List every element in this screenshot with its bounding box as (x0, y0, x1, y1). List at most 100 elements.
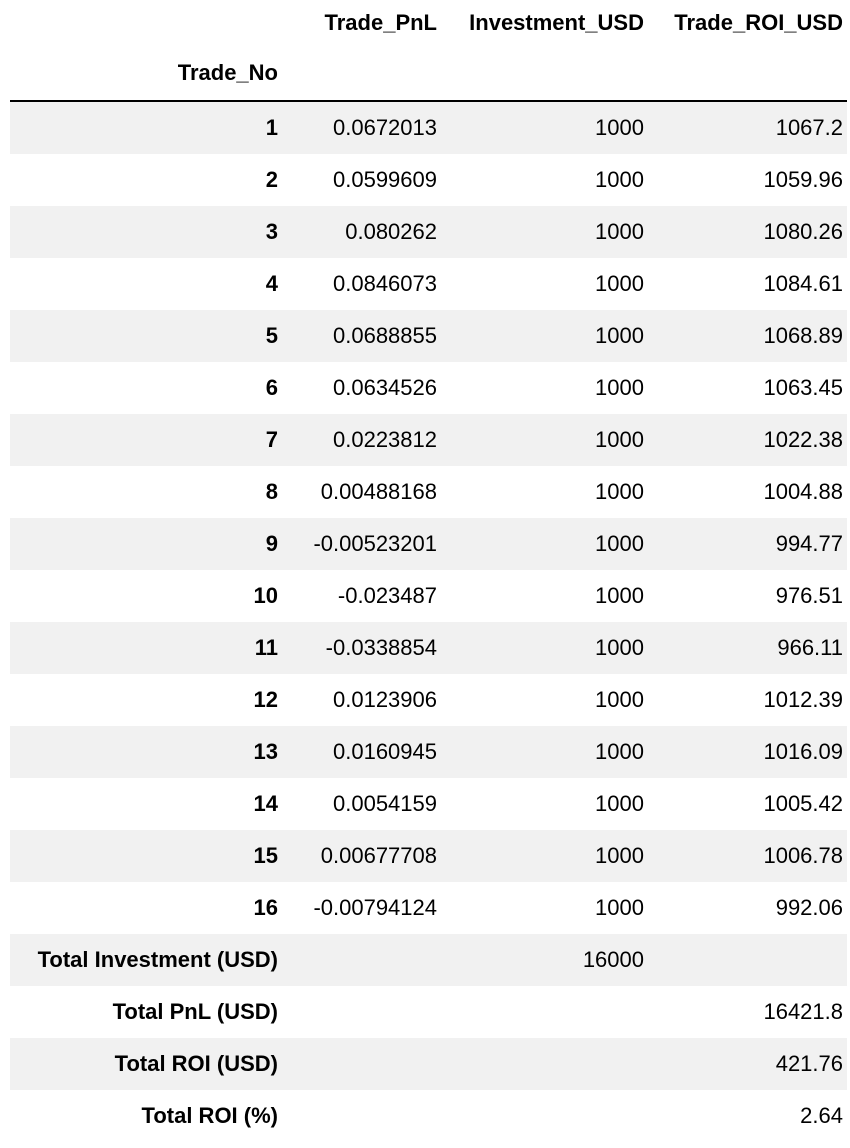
trade-pnl-cell: -0.023487 (337, 583, 437, 608)
trade-roi-usd-cell: 16421.8 (763, 999, 843, 1024)
row-index-label: Total Investment (USD) (37, 947, 278, 972)
table-row: 15 0.00677708 1000 1006.78 (10, 830, 847, 882)
table-row: Total PnL (USD) 16421.8 (10, 986, 847, 1038)
investment-usd-cell: 1000 (595, 323, 644, 348)
trade-pnl-cell: 0.0846073 (333, 271, 437, 296)
table-row: 1 0.0672013 1000 1067.2 (10, 101, 847, 154)
row-index-label: 13 (253, 739, 278, 764)
trade-pnl-cell: -0.00523201 (313, 531, 437, 556)
trade-pnl-cell: 0.0599609 (333, 167, 437, 192)
investment-usd-cell: 16000 (582, 947, 644, 972)
row-index-label: 2 (265, 167, 278, 192)
trade-roi-usd-cell: 1084.61 (763, 271, 843, 296)
row-index-label: 3 (265, 219, 278, 244)
trade-roi-usd-cell: 1012.39 (763, 687, 843, 712)
trade-pnl-cell: 0.0054159 (333, 791, 437, 816)
trade-roi-usd-cell: 1068.89 (763, 323, 843, 348)
trade-roi-usd-cell: 1016.09 (763, 739, 843, 764)
column-header-trade-roi-usd: Trade_ROI_USD (674, 9, 843, 35)
table-row: 16 -0.00794124 1000 992.06 (10, 882, 847, 934)
trade-pnl-cell: -0.0338854 (325, 635, 437, 660)
row-index-label: 4 (265, 271, 278, 296)
table-row: 4 0.0846073 1000 1084.61 (10, 258, 847, 310)
trade-roi-usd-cell: 2.64 (800, 1103, 843, 1128)
investment-usd-cell (441, 986, 648, 1038)
trade-roi-usd-cell: 1022.38 (763, 427, 843, 452)
trade-pnl-cell (282, 934, 441, 986)
trade-pnl-cell: 0.0223812 (333, 427, 437, 452)
table-row: 6 0.0634526 1000 1063.45 (10, 362, 847, 414)
trade-pnl-cell (282, 1090, 441, 1142)
row-index-label: 16 (253, 895, 278, 920)
table-row: 13 0.0160945 1000 1016.09 (10, 726, 847, 778)
trade-pnl-cell: 0.00677708 (320, 843, 437, 868)
investment-usd-cell: 1000 (595, 479, 644, 504)
trade-roi-usd-cell: 992.06 (775, 895, 843, 920)
table-row: 3 0.080262 1000 1080.26 (10, 206, 847, 258)
trade-roi-usd-cell: 421.76 (775, 1051, 843, 1076)
trade-roi-usd-cell (648, 934, 847, 986)
investment-usd-cell: 1000 (595, 531, 644, 556)
index-row-blank-cell (648, 45, 847, 102)
row-index-label: 9 (265, 531, 278, 556)
table-row: 8 0.00488168 1000 1004.88 (10, 466, 847, 518)
row-index-label: Total PnL (USD) (112, 999, 278, 1024)
trades-table: Trade_PnL Investment_USD Trade_ROI_USD T… (10, 0, 847, 1142)
table-header: Trade_PnL Investment_USD Trade_ROI_USD T… (10, 0, 847, 102)
trade-roi-usd-cell: 1080.26 (763, 219, 843, 244)
row-index-label: 6 (265, 375, 278, 400)
trade-pnl-cell: 0.0160945 (333, 739, 437, 764)
trade-roi-usd-cell: 1005.42 (763, 791, 843, 816)
index-row-blank-cell (441, 45, 648, 102)
investment-usd-cell: 1000 (595, 791, 644, 816)
table-row: 14 0.0054159 1000 1005.42 (10, 778, 847, 830)
index-name-header: Trade_No (10, 45, 282, 102)
table-row: 7 0.0223812 1000 1022.38 (10, 414, 847, 466)
trade-roi-usd-cell: 1059.96 (763, 167, 843, 192)
table-row: 5 0.0688855 1000 1068.89 (10, 310, 847, 362)
trade-pnl-cell (282, 986, 441, 1038)
trade-pnl-cell: -0.00794124 (313, 895, 437, 920)
trade-roi-usd-cell: 1063.45 (763, 375, 843, 400)
trade-pnl-cell: 0.080262 (345, 219, 437, 244)
table-row: 9 -0.00523201 1000 994.77 (10, 518, 847, 570)
investment-usd-cell: 1000 (595, 427, 644, 452)
table-row: Total ROI (%) 2.64 (10, 1090, 847, 1142)
trade-pnl-cell: 0.0123906 (333, 687, 437, 712)
investment-usd-cell: 1000 (595, 375, 644, 400)
investment-usd-cell: 1000 (595, 687, 644, 712)
table-row: 11 -0.0338854 1000 966.11 (10, 622, 847, 674)
investment-usd-cell: 1000 (595, 167, 644, 192)
trade-roi-usd-cell: 994.77 (775, 531, 843, 556)
trade-roi-usd-cell: 1006.78 (763, 843, 843, 868)
row-index-label: 1 (265, 115, 278, 140)
dataframe-output: Trade_PnL Investment_USD Trade_ROI_USD T… (0, 0, 850, 1148)
investment-usd-cell (441, 1038, 648, 1090)
table-row: Total ROI (USD) 421.76 (10, 1038, 847, 1090)
table-row: 2 0.0599609 1000 1059.96 (10, 154, 847, 206)
trade-pnl-cell: 0.0634526 (333, 375, 437, 400)
trade-pnl-cell: 0.0688855 (333, 323, 437, 348)
table-row: Total Investment (USD) 16000 (10, 934, 847, 986)
row-index-label: 14 (253, 791, 278, 816)
table-row: 12 0.0123906 1000 1012.39 (10, 674, 847, 726)
trade-roi-usd-cell: 966.11 (777, 635, 843, 660)
investment-usd-cell: 1000 (595, 843, 644, 868)
trade-roi-usd-cell: 1004.88 (763, 479, 843, 504)
row-index-label: 7 (265, 427, 278, 452)
trade-roi-usd-cell: 976.51 (775, 583, 843, 608)
table-row: 10 -0.023487 1000 976.51 (10, 570, 847, 622)
row-index-label: 8 (265, 479, 278, 504)
investment-usd-cell: 1000 (595, 219, 644, 244)
row-index-label: 11 (254, 635, 278, 660)
investment-usd-cell: 1000 (595, 583, 644, 608)
investment-usd-cell: 1000 (595, 271, 644, 296)
index-row-blank-cell (282, 45, 441, 102)
investment-usd-cell: 1000 (595, 115, 644, 140)
row-index-label: 5 (265, 323, 278, 348)
investment-usd-cell: 1000 (595, 635, 644, 660)
investment-usd-cell (441, 1090, 648, 1142)
column-header-row: Trade_PnL Investment_USD Trade_ROI_USD (10, 0, 847, 45)
trade-pnl-cell: 0.00488168 (320, 479, 437, 504)
trade-pnl-cell: 0.0672013 (333, 115, 437, 140)
